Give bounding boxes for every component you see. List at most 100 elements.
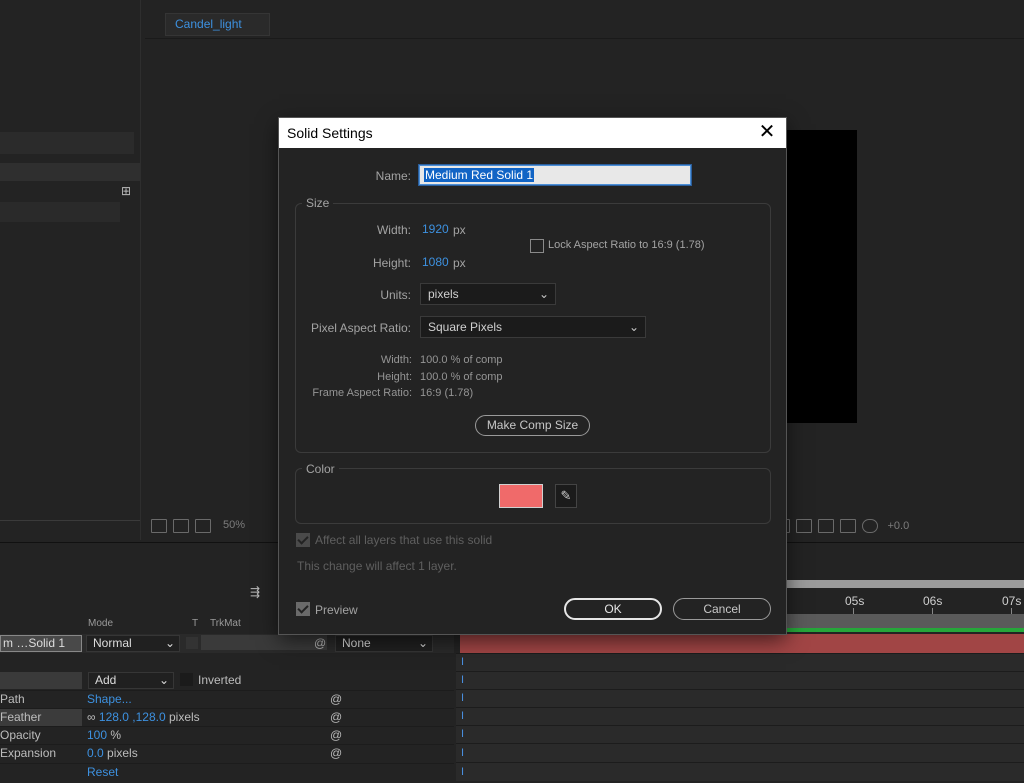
chevron-down-icon: ⌄	[158, 673, 169, 687]
height-value[interactable]: 1080	[422, 255, 449, 269]
mask-mode-value: Add	[95, 673, 117, 687]
keyframe-marker[interactable]: I	[461, 674, 464, 686]
parent-pickwhip-icon[interactable]: @	[314, 636, 326, 650]
parent-value: None	[342, 636, 371, 650]
flowchart-icon[interactable]	[840, 519, 857, 534]
keyframe-marker[interactable]: I	[461, 747, 464, 759]
expansion-value[interactable]: 0.0	[87, 746, 104, 760]
layer-duration-bar[interactable]	[460, 634, 1024, 653]
mask-icon[interactable]	[195, 519, 211, 533]
property-value[interactable]: 100 %	[87, 728, 121, 742]
trkmat-field[interactable]	[201, 635, 327, 650]
ruler-label: 07s	[1002, 594, 1022, 608]
dialog-titlebar[interactable]: Solid Settings ✕	[279, 118, 786, 148]
ruler-label: 05s	[845, 594, 865, 608]
property-row-opacity[interactable]: Opacity 100 % @	[0, 726, 454, 745]
affect-note: This change will affect 1 layer.	[297, 559, 457, 573]
name-input[interactable]: Medium Red Solid 1	[419, 165, 691, 185]
expression-pickwhip-icon[interactable]: @	[330, 746, 342, 760]
par-label: Pixel Aspect Ratio:	[310, 321, 411, 335]
grid-icon[interactable]	[796, 519, 813, 534]
units-value: pixels	[428, 287, 459, 301]
property-unit: pixels	[168, 710, 200, 724]
track-row	[456, 743, 1024, 762]
info-far-label: Frame Aspect Ratio:	[312, 387, 412, 399]
mask-name-cell[interactable]	[0, 672, 82, 689]
lock-aspect-checkbox[interactable]	[530, 239, 544, 253]
link-icon[interactable]: ∞	[87, 710, 96, 724]
expression-pickwhip-icon[interactable]: @	[330, 692, 342, 706]
region-icon[interactable]	[151, 519, 167, 533]
property-label: Path	[0, 692, 25, 706]
inverted-checkbox[interactable]	[180, 673, 193, 686]
viewer-icons[interactable]	[151, 519, 217, 533]
height-label: Height:	[372, 256, 411, 270]
width-label: Width:	[376, 223, 411, 237]
feather-value[interactable]: 128.0 ,128.0	[99, 710, 166, 724]
preview-checkbox[interactable]	[296, 602, 310, 616]
property-value[interactable]: Shape...	[87, 692, 132, 706]
size-group-title: Size	[302, 196, 334, 210]
track-row	[456, 689, 1024, 708]
expression-pickwhip-icon[interactable]: @	[330, 728, 342, 742]
units-label: Units:	[380, 288, 411, 302]
info-width-value: 100.0 % of comp	[420, 354, 503, 366]
reset-link[interactable]: Reset	[87, 765, 118, 779]
units-select[interactable]: pixels ⌄	[420, 283, 556, 305]
transparency-icon[interactable]	[818, 519, 835, 534]
track-row	[456, 671, 1024, 690]
snapshot-icon[interactable]	[862, 519, 879, 534]
exposure-value[interactable]: +0.0	[887, 520, 909, 532]
keyframe-marker[interactable]: I	[461, 728, 464, 740]
info-height-value: 100.0 % of comp	[420, 371, 503, 383]
graph-editor-icon[interactable]: ⇶	[250, 585, 260, 599]
property-value[interactable]: 0.0 pixels	[87, 746, 138, 760]
dialog-title: Solid Settings	[287, 125, 373, 141]
make-comp-size-button[interactable]: Make Comp Size	[475, 415, 590, 436]
time-navigator[interactable]	[786, 580, 1024, 588]
layer-mode-value: Normal	[93, 636, 132, 650]
opacity-value[interactable]: 100	[87, 728, 107, 742]
info-width-label: Width:	[380, 354, 412, 366]
width-value[interactable]: 1920	[422, 222, 449, 236]
project-item-row[interactable]	[0, 202, 120, 222]
composition-tab[interactable]: Candel_light	[165, 13, 270, 36]
property-row-expansion[interactable]: Expansion 0.0 pixels @	[0, 744, 454, 763]
close-icon[interactable]: ✕	[756, 121, 778, 143]
chevron-down-icon: ⌄	[417, 636, 428, 650]
property-row-feather[interactable]: Feather ∞ 128.0 ,128.0 pixels @	[0, 708, 454, 727]
preserve-transparency-toggle[interactable]	[186, 637, 198, 649]
property-row-path[interactable]: Path Shape... @	[0, 690, 454, 709]
affect-all-checkbox[interactable]	[296, 533, 310, 547]
keyframe-marker[interactable]: I	[461, 766, 464, 778]
mask-mode-select[interactable]: Add ⌄	[88, 672, 174, 689]
project-search-bar[interactable]	[0, 132, 134, 154]
layer-mode-select[interactable]: Normal ⌄	[86, 635, 180, 652]
zoom-level[interactable]: 50%	[223, 519, 245, 531]
work-area-bar[interactable]	[786, 614, 1024, 628]
parent-select[interactable]: None ⌄	[335, 635, 433, 652]
flowchart-icon[interactable]: ⊞	[121, 184, 137, 198]
column-t: T	[192, 618, 199, 629]
track-row	[456, 725, 1024, 744]
keyframe-marker[interactable]: I	[461, 710, 464, 722]
monitor-icon[interactable]	[173, 519, 189, 533]
track-row	[456, 707, 1024, 726]
viewer-right-icons[interactable]: w ⌄ +0.0	[745, 519, 1024, 534]
expression-pickwhip-icon[interactable]: @	[330, 710, 342, 724]
solid-settings-dialog: Solid Settings ✕ Name: Medium Red Solid …	[279, 118, 786, 634]
property-row-reset[interactable]: Reset	[0, 763, 454, 782]
layer-name[interactable]: m …Solid 1	[0, 635, 82, 652]
keyframe-marker[interactable]: I	[461, 656, 464, 668]
par-select[interactable]: Square Pixels ⌄	[420, 316, 646, 338]
column-mode: Mode	[88, 618, 114, 629]
info-far-value: 16:9 (1.78)	[420, 387, 474, 399]
color-group-title: Color	[302, 462, 339, 476]
lock-aspect-label: Lock Aspect Ratio to 16:9 (1.78)	[548, 239, 705, 251]
property-value[interactable]: ∞ 128.0 ,128.0 pixels	[87, 710, 200, 724]
keyframe-marker[interactable]: I	[461, 692, 464, 704]
cancel-button[interactable]: Cancel	[673, 598, 771, 620]
eyedropper-icon[interactable]: ✎	[555, 484, 577, 508]
ok-button[interactable]: OK	[564, 598, 662, 620]
color-swatch[interactable]	[499, 484, 543, 508]
